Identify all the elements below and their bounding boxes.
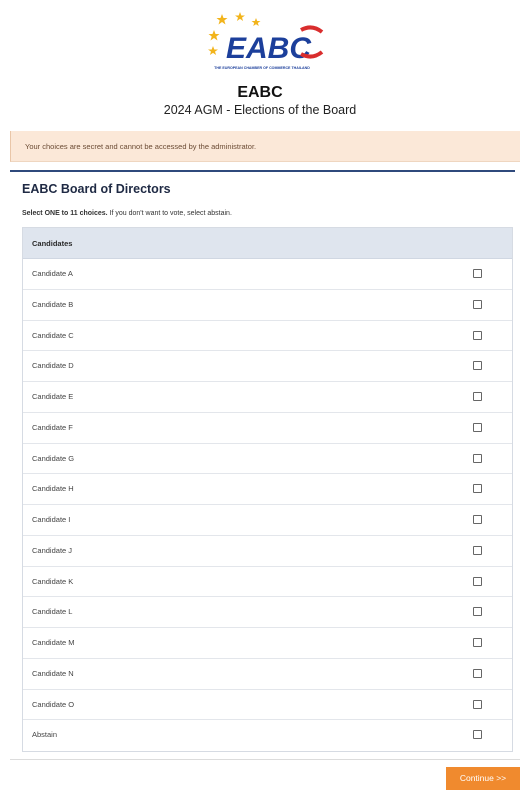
- candidate-checkbox[interactable]: [473, 607, 482, 617]
- logo-wordmark: EABC: [226, 32, 312, 65]
- candidate-checkbox[interactable]: [473, 269, 482, 278]
- page-subtitle: 2024 AGM - Elections of the Board: [163, 103, 357, 117]
- candidate-checkbox[interactable]: [473, 392, 482, 401]
- candidate-label: Candidate D: [32, 361, 74, 371]
- candidate-label: Candidate O: [32, 699, 75, 709]
- candidate-label: Candidate N: [32, 668, 74, 678]
- candidate-row[interactable]: Candidate L: [23, 597, 512, 628]
- candidate-label: Candidate B: [32, 299, 74, 309]
- candidate-row[interactable]: Candidate H: [23, 474, 512, 505]
- candidate-label: Candidate H: [32, 484, 74, 494]
- candidate-label: Abstain: [32, 730, 58, 740]
- logo-tagline: THE EUROPEAN CHAMBER OF COMMERCE THAILAN…: [214, 66, 310, 70]
- candidate-row[interactable]: Candidate C: [23, 321, 512, 352]
- instruction-bold: Select ONE to 11 choices.: [22, 210, 108, 217]
- page-title: EABC: [237, 84, 283, 101]
- candidate-row[interactable]: Candidate K: [23, 567, 512, 598]
- candidate-row[interactable]: Candidate B: [23, 290, 512, 321]
- candidate-label: Candidate I: [32, 515, 71, 524]
- candidate-row[interactable]: Candidate G: [23, 444, 512, 475]
- candidate-checkbox[interactable]: [473, 484, 482, 494]
- candidate-row[interactable]: Abstain: [23, 720, 512, 751]
- candidate-checkbox[interactable]: [473, 453, 482, 463]
- candidate-label: Candidate M: [32, 638, 75, 647]
- candidate-checkbox[interactable]: [473, 668, 482, 678]
- privacy-notice-text: Your choices are secret and cannot be ac…: [25, 142, 257, 151]
- candidate-checkbox[interactable]: [473, 699, 482, 709]
- candidate-checkbox[interactable]: [473, 545, 482, 555]
- candidate-checkbox[interactable]: [473, 330, 482, 340]
- candidate-row[interactable]: Candidate A: [23, 259, 512, 290]
- candidates-header: Candidates: [23, 228, 512, 259]
- eabc-logo: EABC THE EUROPEAN CHAMBER OF COMMERCE TH…: [200, 10, 330, 72]
- candidate-label: Candidate J: [32, 545, 73, 555]
- candidate-checkbox[interactable]: [473, 361, 482, 371]
- footer-divider: [10, 759, 520, 760]
- candidate-row[interactable]: Candidate M: [23, 628, 512, 659]
- candidate-row[interactable]: Candidate E: [23, 382, 512, 413]
- candidate-row[interactable]: Candidate D: [23, 351, 512, 382]
- candidate-row[interactable]: Candidate O: [23, 690, 512, 721]
- candidates-table: Candidates Candidate A Candidate B Candida…: [22, 227, 513, 752]
- candidate-label: Candidate K: [32, 576, 74, 586]
- candidate-checkbox[interactable]: [473, 730, 482, 740]
- candidate-checkbox[interactable]: [473, 638, 482, 647]
- candidates-rows: Candidate A Candidate B Candidate C Candida…: [23, 259, 512, 751]
- candidate-label: Candidate E: [32, 392, 74, 401]
- candidate-label: Candidate F: [32, 422, 73, 432]
- candidate-label: Candidate C: [32, 330, 74, 340]
- candidate-label: Candidate A: [32, 269, 73, 278]
- ballot-instructions: Select ONE to 11 choices. If you don't w…: [22, 210, 232, 217]
- candidate-checkbox[interactable]: [473, 422, 482, 432]
- candidate-label: Candidate G: [32, 453, 75, 463]
- candidate-checkbox[interactable]: [473, 515, 482, 524]
- ballot-title: EABC Board of Directors: [22, 182, 171, 196]
- candidate-checkbox[interactable]: [473, 299, 482, 309]
- candidate-label: Candidate L: [32, 607, 73, 617]
- instruction-rest: If you don't want to vote, select abstai…: [107, 210, 232, 217]
- privacy-notice: Your choices are secret and cannot be ac…: [10, 131, 520, 162]
- candidate-row[interactable]: Candidate F: [23, 413, 512, 444]
- candidate-row[interactable]: Candidate I: [23, 505, 512, 536]
- candidate-checkbox[interactable]: [473, 576, 482, 586]
- ballot-card: EABC Board of Directors Select ONE to 11…: [10, 170, 515, 754]
- candidate-row[interactable]: Candidate J: [23, 536, 512, 567]
- candidate-row[interactable]: Candidate N: [23, 659, 512, 690]
- continue-button[interactable]: Continue >>: [446, 767, 520, 790]
